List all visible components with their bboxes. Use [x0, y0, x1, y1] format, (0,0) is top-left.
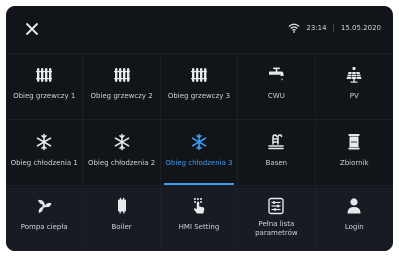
- tile-obieg-chlodzenia-3[interactable]: Obieg chłodzenia 3: [161, 121, 239, 185]
- tile-label: Pełna lista parametrów: [255, 220, 298, 237]
- radiator-icon: [36, 68, 53, 82]
- fan-icon: [38, 199, 52, 213]
- hmi-screen: 23:14 | 15.05.2020 Obieg grzewczy 1 Obie…: [6, 6, 393, 251]
- close-icon[interactable]: [25, 22, 39, 36]
- tile-label: CWU: [267, 92, 285, 100]
- tile-label: Zbiornik: [339, 159, 369, 167]
- tiles-row-system: Pompa ciepła Boiler HMI Setting Pełna li…: [6, 187, 393, 251]
- tile-pv[interactable]: PV: [316, 54, 393, 119]
- tile-pelna-lista-parametrow[interactable]: Pełna lista parametrów: [238, 187, 316, 251]
- tile-pompa-ciepla[interactable]: Pompa ciepła: [6, 187, 84, 251]
- tile-label: Obieg chłodzenia 2: [87, 159, 156, 167]
- tile-obieg-grzewczy-2[interactable]: Obieg grzewczy 2: [83, 54, 161, 119]
- tile-label: Boiler: [111, 223, 132, 231]
- tile-obieg-grzewczy-1[interactable]: Obieg grzewczy 1: [6, 54, 84, 119]
- tile-label: Obieg grzewczy 1: [13, 92, 76, 100]
- sliders-icon: [268, 197, 285, 215]
- snowflake-icon: [114, 133, 129, 151]
- tile-cwu[interactable]: CWU: [238, 54, 316, 119]
- tile-label: Pompa ciepła: [20, 223, 68, 231]
- radiator-icon: [113, 68, 130, 82]
- tile-obieg-chlodzenia-1[interactable]: Obieg chłodzenia 1: [6, 121, 84, 185]
- tile-obieg-grzewczy-3[interactable]: Obieg grzewczy 3: [161, 54, 239, 119]
- tile-label: Obieg grzewczy 2: [90, 92, 153, 100]
- pool-icon: [268, 134, 285, 150]
- top-bar: 23:14 | 15.05.2020: [6, 6, 393, 52]
- user-icon: [347, 198, 361, 214]
- snowflake-icon: [191, 133, 207, 151]
- tile-zbiornik[interactable]: Zbiornik: [316, 121, 393, 185]
- snowflake-icon: [36, 133, 52, 151]
- tile-obieg-chlodzenia-2[interactable]: Obieg chłodzenia 2: [83, 121, 161, 185]
- solar-panel-icon: [346, 66, 362, 83]
- tank-icon: [348, 134, 360, 150]
- wifi-icon: [288, 23, 300, 33]
- status-separator: |: [332, 24, 335, 32]
- tile-label: HMI Setting: [178, 223, 220, 231]
- clock-time: 23:14: [306, 24, 327, 32]
- status-area: 23:14 | 15.05.2020: [288, 23, 381, 33]
- touch-settings-icon: [193, 198, 205, 214]
- tile-basen[interactable]: Basen: [238, 121, 316, 185]
- tile-label: PV: [349, 92, 359, 100]
- tile-hmi-setting[interactable]: HMI Setting: [160, 187, 239, 251]
- active-indicator: [163, 183, 235, 185]
- tiles-row-heating: Obieg grzewczy 1 Obieg grzewczy 2 Obieg …: [6, 53, 393, 120]
- tile-label: Login: [344, 223, 364, 231]
- tile-label: Obieg chłodzenia 1: [10, 159, 78, 167]
- boiler-icon: [117, 197, 126, 214]
- tile-boiler[interactable]: Boiler: [83, 187, 161, 251]
- radiator-icon: [190, 68, 207, 82]
- tiles-row-cooling: Obieg chłodzenia 1 Obieg chłodzenia 2 Ob…: [6, 121, 393, 186]
- clock-date: 15.05.2020: [340, 24, 381, 32]
- tile-login[interactable]: Login: [315, 187, 393, 251]
- tile-label: Obieg grzewczy 3: [167, 92, 231, 100]
- tile-label: Basen: [265, 159, 288, 167]
- faucet-icon: [269, 67, 284, 81]
- tile-label: Obieg chłodzenia 3: [165, 159, 233, 167]
